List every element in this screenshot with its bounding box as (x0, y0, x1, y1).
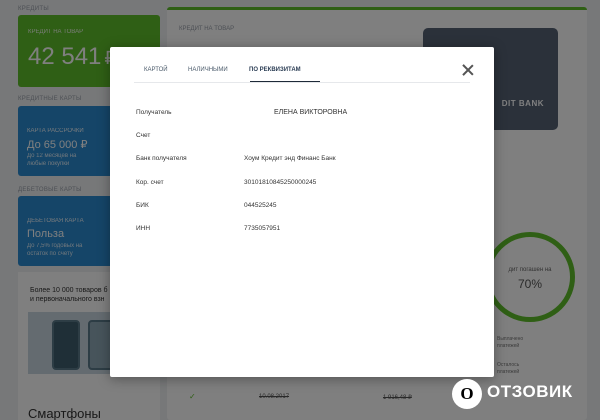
field-bik: БИК 044525245 (136, 202, 476, 214)
payment-details-modal: КАРТОЙ НАЛИЧНЫМИ ПО РЕКВИЗИТАМ Получател… (110, 47, 494, 377)
field-label: Счет (136, 132, 151, 139)
field-value: 7735057951 (244, 225, 281, 232)
field-inn: ИНН 7735057951 (136, 225, 476, 237)
field-recipient: Получатель ЕЛЕНА ВИКТОРОВНА (136, 109, 476, 121)
field-value: ЕЛЕНА ВИКТОРОВНА (274, 109, 348, 116)
field-corr-account: Кор. счет 30101810845250000245 (136, 179, 476, 191)
tabs-divider (134, 82, 470, 83)
field-label: Получатель (136, 109, 172, 116)
tab-cash[interactable]: НАЛИЧНЫМИ (188, 67, 228, 73)
close-icon[interactable] (462, 64, 474, 76)
field-label: БИК (136, 202, 149, 209)
otzovik-logo-icon: O (452, 379, 482, 409)
tab-requisites[interactable]: ПО РЕКВИЗИТАМ (249, 67, 301, 73)
field-value: Хоум Кредит энд Финанс Банк (244, 155, 336, 162)
field-value: 044525245 (244, 202, 277, 209)
field-label: Банк получателя (136, 155, 187, 162)
watermark-text: ОТЗОВИК (487, 382, 573, 401)
field-label: Кор. счет (136, 179, 164, 186)
field-account: Счет (136, 132, 476, 144)
field-value: 30101810845250000245 (244, 179, 317, 186)
field-recipient-bank: Банк получателя Хоум Кредит энд Финанс Б… (136, 155, 476, 167)
tab-card[interactable]: КАРТОЙ (144, 67, 168, 73)
field-label: ИНН (136, 225, 151, 232)
